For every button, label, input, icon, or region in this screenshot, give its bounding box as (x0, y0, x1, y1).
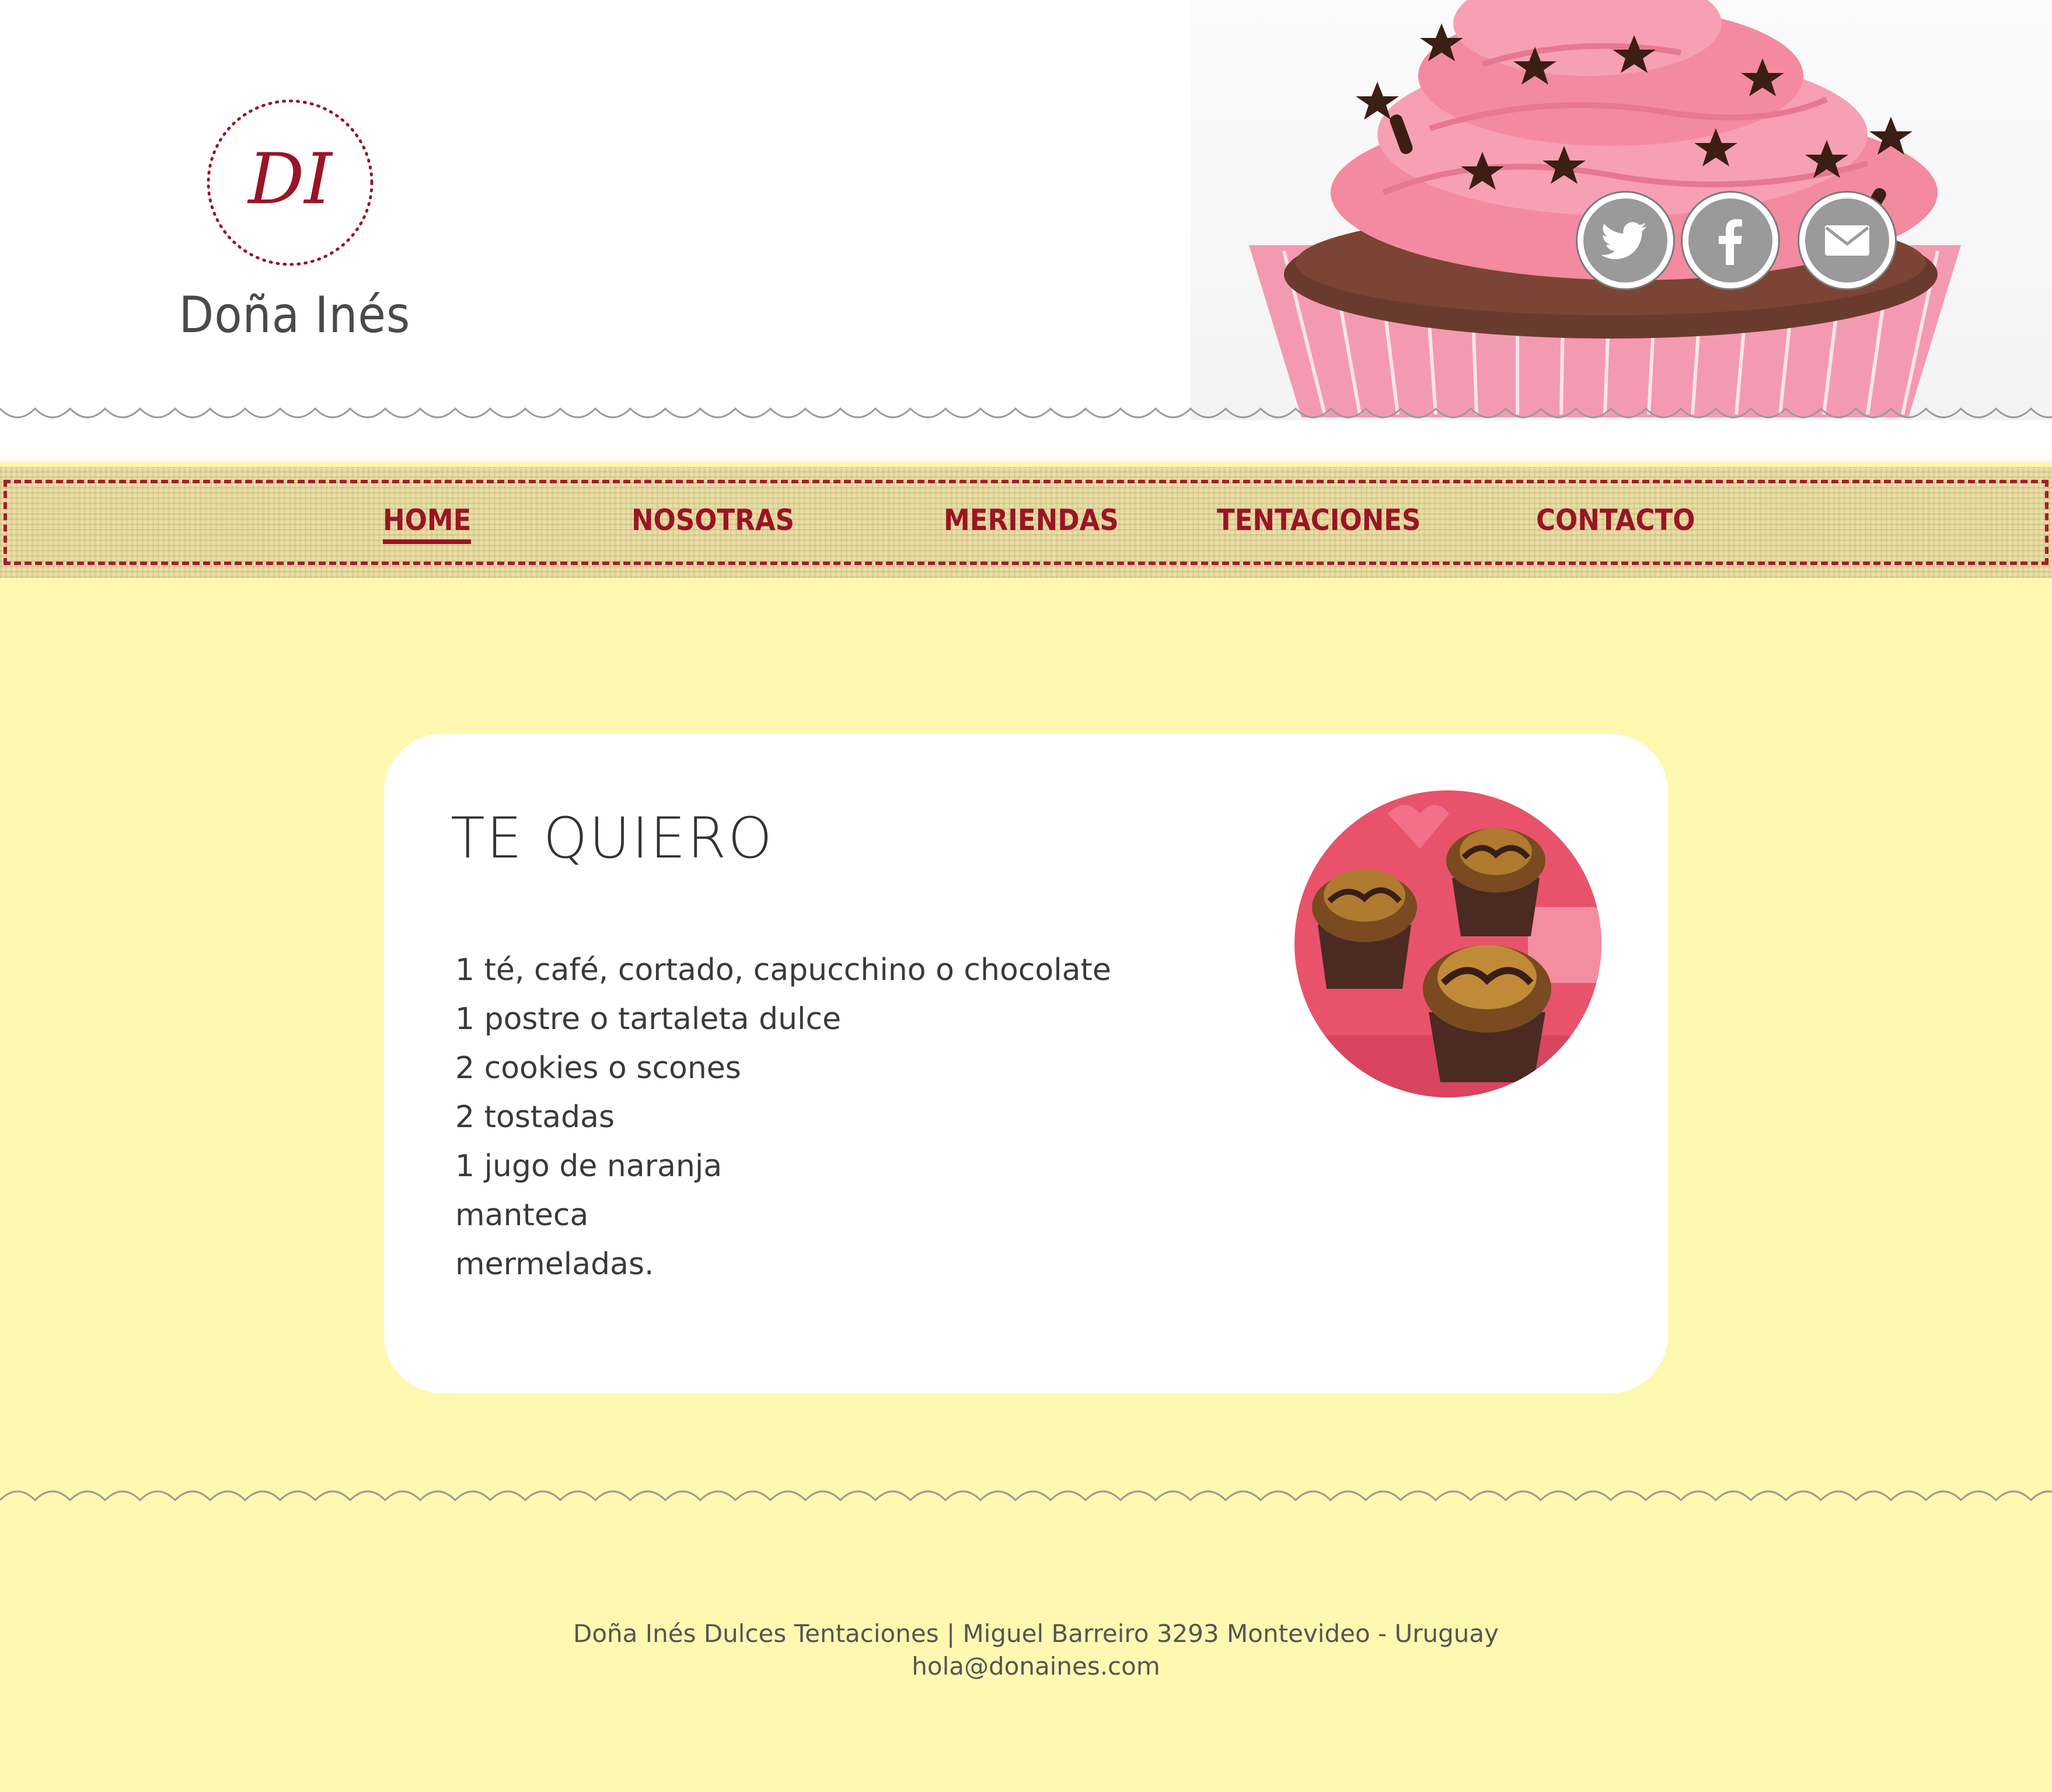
list-item: 1 jugo de naranja (455, 1149, 723, 1184)
facebook-button[interactable] (1683, 193, 1778, 288)
twitter-button[interactable] (1578, 193, 1673, 288)
list-item: 1 té, café, cortado, capucchino o chocol… (455, 953, 1111, 988)
scallop-divider-bottom (0, 1490, 2052, 1502)
nav-item-nosotras[interactable]: NOSOTRAS (631, 503, 794, 537)
nav-item-contacto[interactable]: CONTACTO (1536, 503, 1695, 537)
cupcakes-photo (1294, 790, 1601, 1097)
ribbon-stitch (4, 480, 7, 565)
email-button[interactable] (1799, 193, 1895, 288)
brand-name: Doña Inés (179, 286, 411, 344)
footer-address: Doña Inés Dulces Tentaciones | Miguel Ba… (573, 1619, 1499, 1648)
footer-email-link[interactable]: hola@donaines.com (912, 1652, 1160, 1681)
nav-item-home[interactable]: HOME (383, 503, 472, 544)
svg-text:DI: DI (247, 139, 333, 220)
footer-email-line: hola@donaines.com (0, 1652, 2052, 1681)
ribbon-stitch (4, 480, 2048, 483)
logo-monogram: DI (207, 99, 374, 266)
list-item: manteca (455, 1198, 589, 1233)
menu-list: 1 té, café, cortado, capucchino o chocol… (455, 946, 1111, 1289)
twitter-icon (1601, 222, 1646, 259)
scallop-divider-top (0, 407, 2052, 419)
ribbon-stitch (2045, 480, 2048, 565)
nav-item-meriendas[interactable]: MERIENDAS (944, 503, 1119, 537)
list-item: 2 cookies o scones (455, 1051, 741, 1086)
facebook-icon (1719, 219, 1742, 265)
list-item: 1 postre o tartaleta dulce (455, 1002, 842, 1037)
card-title: TE QUIERO (451, 806, 774, 871)
list-item: mermeladas. (455, 1247, 654, 1282)
nav-item-tentaciones[interactable]: TENTACIONES (1217, 503, 1421, 537)
email-icon (1825, 225, 1869, 256)
list-item: 2 tostadas (455, 1100, 615, 1135)
ribbon-stitch (4, 562, 2048, 565)
header: DI Doña Inés (0, 0, 2052, 461)
